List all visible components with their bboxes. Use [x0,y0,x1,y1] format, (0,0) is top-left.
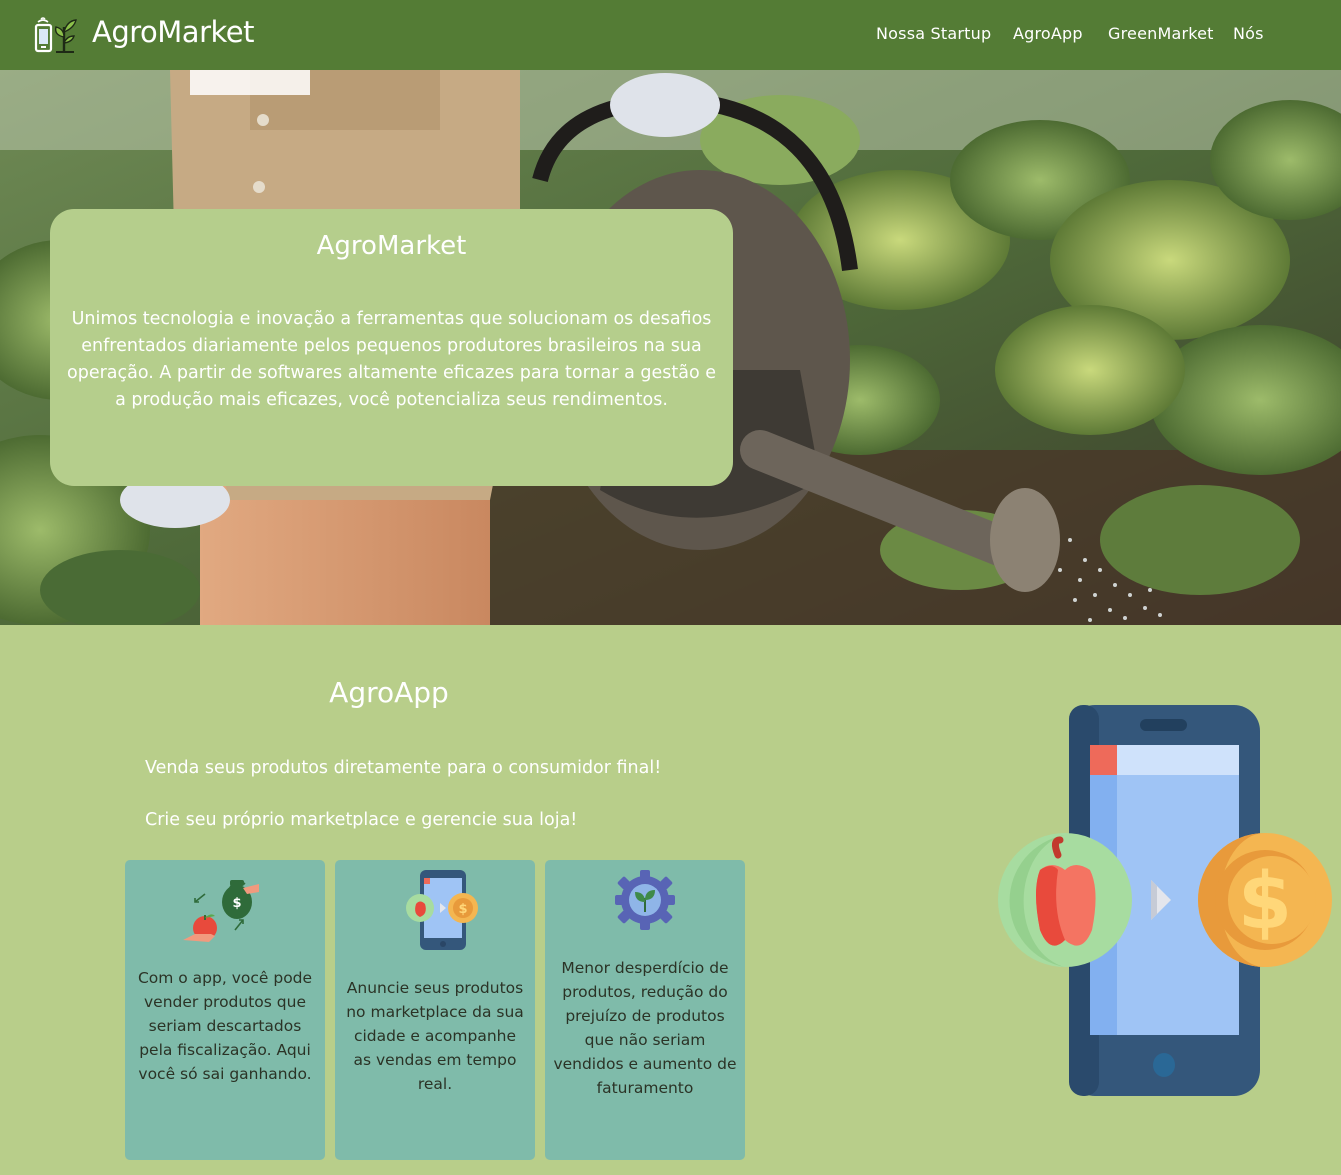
agroapp-line-2: Crie seu próprio marketplace e gerencie … [145,810,578,830]
gear-plant-icon [615,870,675,930]
feature-text-2: Anuncie seus produtos no marketplace da … [346,979,524,1093]
hero-section: AgroMarket Unimos tecnologia e inovação … [0,70,1341,625]
brand-name[interactable]: AgroMarket [92,15,254,49]
agroapp-line-1: Venda seus produtos diretamente para o c… [145,758,662,778]
phone-marketplace-illustration: $ [998,705,1332,1096]
nav-link-greenmarket[interactable]: GreenMarket [1108,24,1214,43]
hero-title: AgroMarket [316,231,467,261]
navbar: AgroMarket Nossa Startup AgroApp GreenMa… [0,0,1341,70]
feature-card-2: $ Anuncie seus produtos no marketplace d… [335,860,535,1160]
agro-phone-logo-icon [34,17,77,53]
feature-text-3: Menor desperdício de produtos, redução d… [553,959,737,1097]
nav-link-nos[interactable]: Nós [1233,24,1264,43]
feature-card-1: $ Com o app, você pode vender produtos q… [125,860,325,1160]
nav-link-agroapp[interactable]: AgroApp [1013,24,1083,43]
svg-text:$: $ [1238,857,1292,947]
hero-card: AgroMarket Unimos tecnologia e inovação … [50,209,733,486]
phone-sale-icon: $ [406,870,478,950]
money-exchange-icon: $ [183,880,259,942]
svg-text:$: $ [458,902,467,917]
agroapp-title: AgroApp [329,676,449,709]
nav-link-nossa-startup[interactable]: Nossa Startup [876,24,991,43]
feature-text-1: Com o app, você pode vender produtos que… [137,969,313,1083]
svg-text:$: $ [232,896,241,911]
hero-description: Unimos tecnologia e inovação a ferrament… [67,309,716,410]
feature-card-3: Menor desperdício de produtos, redução d… [545,860,745,1160]
